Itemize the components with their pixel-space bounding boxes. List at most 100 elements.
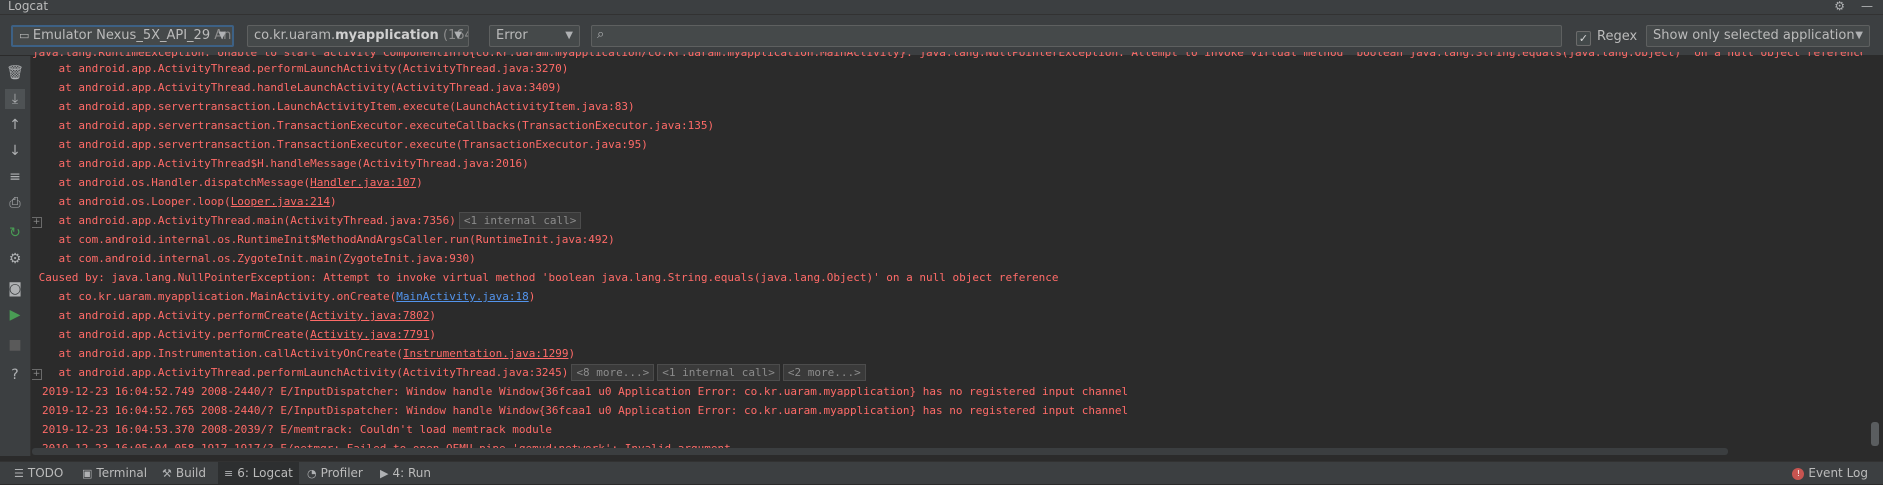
search-field[interactable]: ⌕ bbox=[591, 25, 1562, 47]
stop-icon[interactable]: ■ bbox=[5, 335, 25, 355]
window-title: Logcat bbox=[8, 0, 49, 13]
log-text: ) bbox=[568, 347, 576, 360]
process-name: myapplication bbox=[335, 28, 439, 43]
source-link[interactable]: Looper.java:214 bbox=[231, 195, 330, 208]
log-text: ) bbox=[429, 309, 436, 322]
log-text: at android.app.Activity.performCreate( bbox=[32, 328, 311, 341]
title-icons: ⚙ — bbox=[1818, 0, 1873, 13]
tab-build[interactable]: ⚒ Build bbox=[162, 462, 206, 484]
event-log-button[interactable]: ! Event Log bbox=[1792, 462, 1868, 484]
log-line: at android.app.ActivityThread.handleLaun… bbox=[32, 81, 562, 94]
checkbox-box[interactable]: ✓ bbox=[1576, 31, 1591, 46]
title-bar: Logcat ⚙ — bbox=[0, 0, 1883, 15]
source-link[interactable]: Activity.java:7791 bbox=[310, 328, 429, 341]
tab-todo[interactable]: ☰ TODO bbox=[14, 462, 63, 484]
help-icon[interactable]: ? bbox=[5, 365, 25, 385]
folded-calls-chip[interactable]: <1 internal call> bbox=[657, 364, 780, 381]
log-text: at android.app.Activity.performCreate( bbox=[32, 309, 311, 322]
chevron-down-icon: ▼ bbox=[565, 30, 573, 41]
log-output[interactable]: java.lang.RuntimeException: Unable to st… bbox=[32, 52, 1862, 456]
search-input[interactable] bbox=[616, 27, 1550, 47]
folded-calls-chip[interactable]: <1 internal call> bbox=[458, 212, 582, 229]
log-text: ) bbox=[416, 176, 423, 189]
process-prefix: co.kr.uaram. bbox=[254, 28, 336, 43]
source-link[interactable]: Activity.java:7802 bbox=[310, 309, 429, 322]
tab-logcat[interactable]: ≡ 6: Logcat bbox=[218, 462, 299, 484]
filter-value: Show only selected application bbox=[1653, 28, 1855, 43]
log-line: at android.os.Looper.loop(Looper.java:21… bbox=[32, 192, 337, 211]
log-line: 2019-12-23 16:04:52.765 2008-2440/? E/In… bbox=[42, 404, 1129, 417]
chevron-down-icon: ▼ bbox=[218, 30, 226, 41]
screen-record-icon[interactable]: ▶ bbox=[5, 305, 25, 325]
gear-icon[interactable]: ⚙ bbox=[1834, 0, 1845, 13]
trash-icon[interactable]: 🗑 bbox=[5, 63, 25, 83]
log-text: at android.app.ActivityThread.performLau… bbox=[32, 366, 569, 379]
event-log-badge: ! bbox=[1792, 468, 1805, 480]
horizontal-scrollbar[interactable] bbox=[32, 448, 1728, 455]
log-line: at android.app.ActivityThread.main(Activ… bbox=[32, 211, 582, 230]
event-log-label: Event Log bbox=[1808, 466, 1868, 480]
log-line: at android.app.ActivityThread$H.handleMe… bbox=[32, 157, 529, 170]
log-line: at android.app.ActivityThread.performLau… bbox=[32, 62, 569, 75]
log-level-dropdown[interactable]: Error ▼ bbox=[489, 25, 580, 47]
log-line: 2019-12-23 16:04:53.370 2008-2039/? E/me… bbox=[42, 423, 552, 436]
log-line: at android.app.Instrumentation.callActiv… bbox=[32, 344, 575, 363]
log-line: at android.app.ActivityThread.performLau… bbox=[32, 363, 866, 382]
tool-window-bar: ☰ TODO ▣ Terminal ⚒ Build ≡ 6: Logcat ◔ Profi… bbox=[0, 461, 1883, 484]
scrollbar-thumb[interactable] bbox=[1871, 422, 1879, 446]
log-text: ) bbox=[330, 195, 337, 208]
log-line: at android.app.servertransaction.Transac… bbox=[32, 138, 648, 151]
print-icon[interactable]: ⎙ bbox=[5, 193, 25, 213]
up-arrow-icon[interactable]: ↑ bbox=[5, 115, 25, 135]
todo-icon: ☰ bbox=[14, 467, 24, 480]
soft-wrap-icon[interactable]: ≡ bbox=[5, 167, 25, 187]
device-dropdown[interactable]: ▭ Emulator Nexus_5X_API_29 Andi ▼ bbox=[11, 25, 234, 47]
source-link[interactable]: Instrumentation.java:1299 bbox=[403, 347, 569, 360]
log-text: ) bbox=[429, 328, 436, 341]
tab-terminal[interactable]: ▣ Terminal bbox=[82, 462, 147, 484]
log-line: at android.app.servertransaction.LaunchA… bbox=[32, 100, 635, 113]
logcat-icon: ≡ bbox=[224, 467, 234, 480]
log-text: ) bbox=[528, 290, 536, 303]
scroll-to-end-icon[interactable]: ⤓ bbox=[5, 89, 25, 109]
build-icon: ⚒ bbox=[162, 467, 172, 480]
terminal-icon: ▣ bbox=[82, 467, 93, 480]
tab-label: Build bbox=[175, 466, 206, 480]
log-line: at android.app.servertransaction.Transac… bbox=[32, 119, 715, 132]
log-text: at android.app.ActivityThread.main(Activ… bbox=[32, 214, 456, 227]
filter-dropdown[interactable]: Show only selected application ▼ bbox=[1646, 25, 1870, 47]
vertical-scrollbar[interactable] bbox=[1868, 56, 1882, 456]
logcat-toolbar: ▭ Emulator Nexus_5X_API_29 Andi ▼ co.kr.… bbox=[0, 15, 1883, 56]
log-text: at android.os.Looper.loop( bbox=[32, 195, 231, 208]
log-line: Caused by: java.lang.NullPointerExceptio… bbox=[32, 271, 1059, 284]
regex-checkbox[interactable]: ✓ Regex bbox=[1576, 29, 1637, 46]
chevron-down-icon: ▼ bbox=[1855, 30, 1863, 41]
log-level-value: Error bbox=[496, 28, 528, 43]
process-dropdown[interactable]: co.kr.uaram.myapplication (16402) ▼ bbox=[247, 25, 469, 47]
tab-label: 6: Logcat bbox=[237, 466, 293, 480]
screenshot-icon[interactable]: ◙ bbox=[5, 279, 25, 299]
log-line: at android.app.Activity.performCreate(Ac… bbox=[32, 306, 436, 325]
folded-calls-chip[interactable]: <2 more...> bbox=[782, 364, 866, 381]
tab-label: TODO bbox=[27, 466, 64, 480]
device-name: Emulator Nexus_5X_API_29 bbox=[32, 28, 211, 43]
hide-icon[interactable]: — bbox=[1861, 0, 1873, 13]
chevron-down-icon: ▼ bbox=[454, 30, 462, 41]
run-icon: ▶ bbox=[380, 467, 389, 480]
tab-profiler[interactable]: ◔ Profiler bbox=[307, 462, 363, 484]
log-line: at android.app.Activity.performCreate(Ac… bbox=[32, 325, 436, 344]
tab-label: Profiler bbox=[320, 466, 363, 480]
log-text: at co.kr.uaram.myapplication.MainActivit… bbox=[32, 290, 397, 303]
folded-calls-chip[interactable]: <8 more...> bbox=[571, 364, 655, 381]
regex-label: Regex bbox=[1597, 29, 1638, 44]
gear-icon[interactable]: ⚙ bbox=[5, 249, 25, 269]
source-link[interactable]: MainActivity.java:18 bbox=[396, 290, 528, 303]
tab-run[interactable]: ▶ 4: Run bbox=[380, 462, 431, 484]
source-link[interactable]: Handler.java:107 bbox=[310, 176, 416, 189]
tab-label: 4: Run bbox=[392, 466, 431, 480]
restart-icon[interactable]: ↻ bbox=[5, 223, 25, 243]
log-line: at android.os.Handler.dispatchMessage(Ha… bbox=[32, 173, 423, 192]
tab-label: Terminal bbox=[96, 466, 148, 480]
log-text: at android.os.Handler.dispatchMessage( bbox=[32, 176, 311, 189]
down-arrow-icon[interactable]: ↓ bbox=[5, 141, 25, 161]
